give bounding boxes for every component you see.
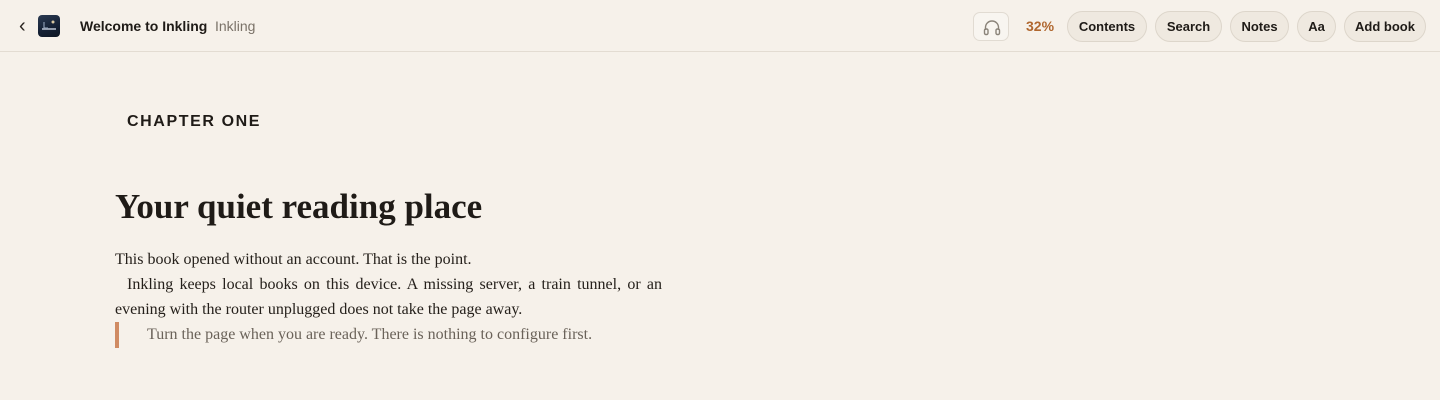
notes-button[interactable]: Notes: [1230, 11, 1289, 42]
reading-progress: 32%: [1026, 18, 1055, 34]
blockquote-bar: [115, 322, 119, 348]
book-cover-icon: [38, 15, 60, 37]
book-title: Welcome to Inkling: [80, 18, 208, 34]
search-button[interactable]: Search: [1155, 11, 1222, 42]
paragraph: This book opened without an account. Tha…: [115, 251, 472, 268]
headphones-icon: [983, 20, 1001, 36]
top-bar: ‹ Welcome to Inkling Inkling 32% Content…: [0, 0, 1440, 52]
chevron-left-icon[interactable]: ‹: [19, 15, 33, 37]
listen-button[interactable]: [973, 12, 1009, 41]
add-book-button[interactable]: Add book: [1344, 11, 1426, 42]
font-settings-button[interactable]: Aa: [1297, 11, 1336, 42]
paragraph: Inkling keeps local books on this device…: [115, 276, 662, 318]
book-author: Inkling: [215, 18, 256, 34]
chapter-heading: Your quiet reading place: [115, 187, 483, 226]
chapter-label: CHAPTER ONE: [127, 113, 262, 130]
contents-button[interactable]: Contents: [1067, 11, 1147, 42]
blockquote: Turn the page when you are ready. There …: [147, 326, 593, 343]
